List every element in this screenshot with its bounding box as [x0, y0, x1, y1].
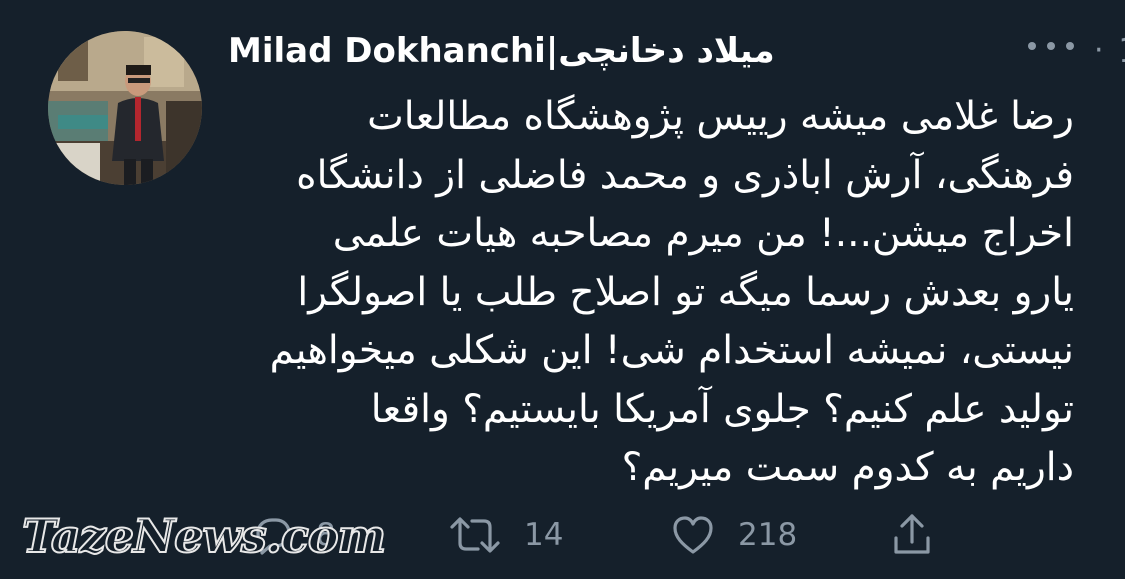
- profile-photo: [48, 31, 202, 185]
- heart-icon: [673, 516, 713, 554]
- retweet-count: 14: [524, 517, 564, 553]
- like-count: 218: [738, 517, 798, 553]
- watermark: TazeNews.com: [21, 508, 387, 564]
- share-button[interactable]: [890, 505, 934, 565]
- retweet-icon: [450, 517, 500, 553]
- meta-separator: ·: [1094, 33, 1104, 68]
- author-display-name[interactable]: Milad Dokhanchi|میلاد دخانچی: [228, 28, 775, 74]
- tweet-timestamp[interactable]: 1d: [1118, 28, 1125, 74]
- tweet-header: Milad Dokhanchi|میلاد دخانچی · 1d: [228, 28, 1125, 78]
- retweet-button[interactable]: 14: [448, 505, 563, 565]
- tweet-text: رضا غلامی میشه رییس پژوهشگاه مطالعات فره…: [269, 94, 1074, 490]
- share-icon: [894, 514, 930, 554]
- more-horizontal-icon: [1047, 42, 1055, 50]
- more-horizontal-icon: [1066, 42, 1074, 50]
- more-horizontal-icon: [1028, 42, 1036, 50]
- more-options-button[interactable]: [1028, 36, 1074, 56]
- like-button[interactable]: 218: [670, 505, 797, 565]
- avatar[interactable]: [48, 31, 202, 185]
